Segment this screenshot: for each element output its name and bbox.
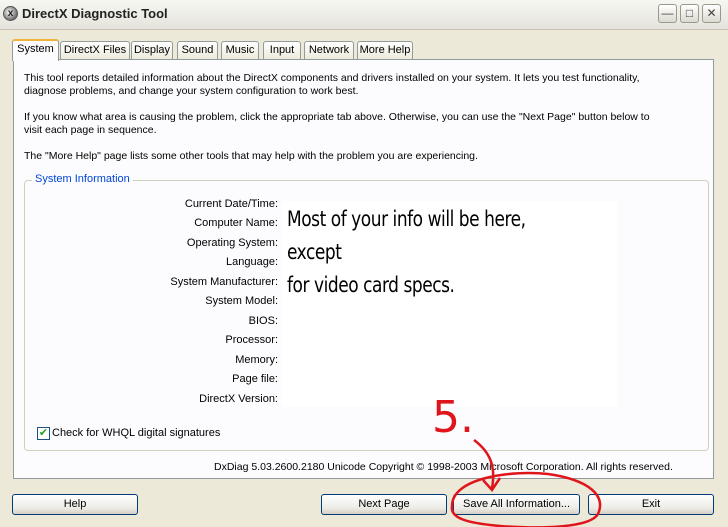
tab-directx-files[interactable]: DirectX Files — [60, 41, 130, 59]
label-directx-version: DirectX Version: — [199, 393, 278, 405]
annotation-note-line: for video card specs. — [287, 273, 455, 297]
help-button[interactable]: Help — [12, 494, 138, 515]
annotation-note-line: Most of your info will be here, except — [287, 207, 526, 264]
close-button[interactable]: ✕ — [702, 4, 721, 23]
copyright-text: DxDiag 5.03.2600.2180 Unicode Copyright … — [214, 461, 673, 473]
label-processor: Processor: — [225, 334, 278, 346]
intro-paragraph-1: This tool reports detailed information a… — [24, 72, 714, 98]
label-memory: Memory: — [235, 354, 278, 366]
system-information-label: System Information — [32, 173, 133, 185]
directx-icon: x — [3, 6, 18, 21]
window-title: DirectX Diagnostic Tool — [22, 6, 168, 21]
label-system-manufacturer: System Manufacturer: — [170, 276, 278, 288]
intro-text-line: This tool reports detailed information a… — [24, 72, 640, 84]
label-bios: BIOS: — [248, 315, 278, 327]
label-current-date-time: Current Date/Time: — [184, 198, 278, 210]
intro-paragraph-3: The "More Help" page lists some other to… — [24, 150, 478, 162]
exit-button[interactable]: Exit — [588, 494, 714, 515]
maximize-button[interactable]: □ — [680, 4, 699, 23]
minimize-button[interactable]: — — [658, 4, 677, 23]
tab-more-help[interactable]: More Help — [357, 41, 413, 59]
next-page-button[interactable]: Next Page — [321, 494, 447, 515]
label-system-model: System Model: — [205, 295, 278, 307]
annotation-note: Most of your info will be here, except f… — [287, 203, 584, 302]
tab-network[interactable]: Network — [304, 41, 354, 59]
intro-text-line: diagnose problems, and change your syste… — [24, 85, 359, 97]
label-page-file: Page file: — [232, 373, 278, 385]
whql-checkbox[interactable]: ✔ — [37, 427, 50, 440]
whql-checkbox-label[interactable]: Check for WHQL digital signatures — [52, 427, 220, 439]
title-bar: x DirectX Diagnostic Tool — □ ✕ — [0, 0, 728, 30]
label-operating-system: Operating System: — [186, 237, 278, 249]
tab-sound[interactable]: Sound — [177, 41, 218, 59]
label-language: Language: — [226, 256, 278, 268]
save-all-information-button[interactable]: Save All Information... — [453, 494, 580, 515]
tab-system[interactable]: System — [12, 39, 59, 61]
intro-text-line: If you know what area is causing the pro… — [24, 111, 650, 123]
tab-input[interactable]: Input — [263, 41, 301, 59]
tab-music[interactable]: Music — [221, 41, 259, 59]
arrowhead-annotation — [482, 477, 502, 493]
tab-display[interactable]: Display — [131, 41, 173, 59]
intro-text-line: visit each page in sequence. — [24, 124, 157, 136]
label-computer-name: Computer Name: — [194, 217, 278, 229]
intro-paragraph-2: If you know what area is causing the pro… — [24, 111, 714, 137]
